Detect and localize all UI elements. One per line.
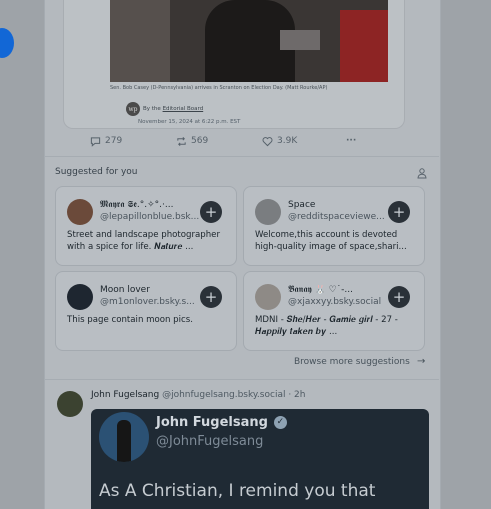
embed-handle: @JohnFugelsang <box>156 434 264 449</box>
article-date: November 15, 2024 at 6:22 p.m. EST <box>138 119 241 125</box>
article-byline: By the Editorial Board <box>143 106 203 112</box>
publisher-logo: wp <box>126 102 140 116</box>
follow-button[interactable]: + <box>388 201 410 223</box>
avatar <box>67 284 93 310</box>
avatar <box>67 199 93 225</box>
people-icon[interactable] <box>417 168 427 179</box>
follow-button[interactable]: + <box>200 201 222 223</box>
avatar[interactable] <box>57 391 83 417</box>
follow-button[interactable]: + <box>200 286 222 308</box>
article-caption: Sen. Bob Casey (D-Pennsylvania) arrives … <box>110 85 328 91</box>
suggested-bio: This page contain moon pics. <box>67 315 193 325</box>
suggested-bio: Welcome,this account is devoted high-qua… <box>255 230 407 252</box>
like-button[interactable]: 3.9K <box>262 134 297 148</box>
post-actions: 279 569 3.9K ··· <box>90 134 390 148</box>
more-button[interactable]: ··· <box>346 134 356 148</box>
suggested-card[interactable]: Space @redditspaceviewe... + Welcome,thi… <box>243 186 425 266</box>
suggested-name: 𝕭𝖆𝖓𝖆𝖞 🐰 ♡˙-... <box>288 285 354 295</box>
follow-button[interactable]: + <box>388 286 410 308</box>
repost-button[interactable]: 569 <box>176 134 208 148</box>
byline-prefix: By the <box>143 106 161 112</box>
suggested-title: Suggested for you <box>55 167 138 177</box>
heart-icon <box>262 136 273 146</box>
suggested-name: Space <box>288 200 316 210</box>
repost-count: 569 <box>191 136 209 146</box>
reply-icon <box>90 136 101 147</box>
verified-icon: ✓ <box>273 416 287 429</box>
byline-link[interactable]: Editorial Board <box>163 106 204 112</box>
reply-count: 279 <box>105 136 123 146</box>
divider <box>44 156 439 157</box>
compose-fab[interactable] <box>0 28 14 58</box>
article-card[interactable]: Sen. Bob Casey (D-Pennsylvania) arrives … <box>63 0 405 129</box>
embed-text: As A Christian, I remind you that <box>99 481 376 501</box>
suggested-card[interactable]: Moon lover @m1onlover.bsky.s... + This p… <box>55 271 237 351</box>
embed-display-name: John Fugelsang <box>156 415 268 430</box>
avatar <box>255 199 281 225</box>
suggested-handle: @m1onlover.bsky.s... <box>100 297 195 307</box>
more-icon: ··· <box>346 136 357 146</box>
avatar <box>255 284 281 310</box>
like-count: 3.9K <box>277 136 298 146</box>
reply-button[interactable]: 279 <box>90 134 122 148</box>
arrow-right-icon[interactable]: → <box>417 356 425 367</box>
post-handle-time[interactable]: @johnfugelsang.bsky.social · 2h <box>162 390 305 400</box>
embed-name: John Fugelsang ✓ <box>156 415 287 430</box>
suggested-bio: Street and landscape photographer with a… <box>67 230 221 252</box>
suggested-name: Moon lover <box>100 285 150 295</box>
suggested-handle: @lepapillonblue.bsk... <box>100 212 200 222</box>
suggested-bio: MDNI - 𝑺𝒉𝒆/𝑯𝒆𝒓 - 𝑮𝒂𝒎𝒊𝒆 𝒈𝒊𝒓𝒍 - 27 - 𝑯𝒂𝒑𝒑𝒊… <box>255 315 398 337</box>
browse-more-link[interactable]: Browse more suggestions <box>294 357 410 367</box>
post-header: John Fugelsang @johnfugelsang.bsky.socia… <box>91 390 305 400</box>
post-image[interactable]: John Fugelsang ✓ @JohnFugelsang As A Chr… <box>91 409 429 509</box>
repost-icon <box>177 136 186 146</box>
suggested-card[interactable]: 𝕭𝖆𝖓𝖆𝖞 🐰 ♡˙-... @xjaxxyy.bsky.social + MD… <box>243 271 425 351</box>
divider <box>44 379 439 380</box>
suggested-handle: @xjaxxyy.bsky.social <box>288 297 382 307</box>
suggested-name: 𝕸𝖆𝖞𝖗𝖆 𝕾𝖊.°.✧°.·... <box>100 200 174 210</box>
post-display-name[interactable]: John Fugelsang <box>91 390 159 400</box>
suggested-handle: @redditspaceviewe... <box>288 212 385 222</box>
suggested-card[interactable]: 𝕸𝖆𝖞𝖗𝖆 𝕾𝖊.°.✧°.·... @lepapillonblue.bsk..… <box>55 186 237 266</box>
avatar <box>99 412 149 462</box>
article-photo <box>110 0 388 82</box>
